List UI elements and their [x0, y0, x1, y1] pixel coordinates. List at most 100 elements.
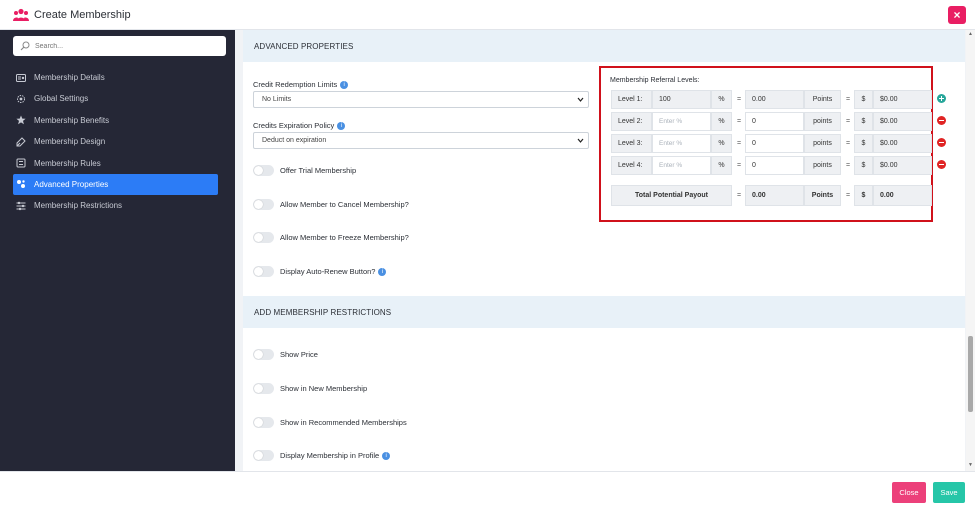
show-new-membership-toggle[interactable] — [253, 383, 274, 394]
scrollbar[interactable]: ▲ ▼ — [966, 30, 975, 471]
percent-placeholder: Enter % — [659, 118, 683, 125]
remove-level-button[interactable] — [937, 116, 946, 125]
sidebar-item-label: Advanced Properties — [34, 179, 109, 189]
show-price-toggle[interactable] — [253, 349, 274, 360]
membership-restrictions-header: ADD MEMBERSHIP RESTRICTIONS — [243, 296, 965, 328]
points-label: points — [804, 112, 841, 131]
search-input[interactable] — [35, 42, 215, 50]
users-icon — [13, 8, 29, 21]
sidebar-item-label: Membership Rules — [34, 158, 101, 168]
info-icon[interactable]: i — [382, 451, 391, 460]
level-percent-input[interactable]: Enter % — [652, 134, 711, 153]
percent-sign: % — [711, 112, 732, 131]
toggle-row-show-price: Show Price — [253, 349, 318, 360]
equals-sign: = — [845, 118, 851, 125]
info-icon[interactable]: i — [337, 122, 346, 131]
allow-freeze-toggle[interactable] — [253, 232, 274, 243]
chevron-down-icon — [577, 97, 584, 102]
modal-footer: Close Save — [0, 471, 975, 511]
equals-sign: = — [736, 192, 742, 199]
toggle-row-auto-renew: Display Auto-Renew Button? i — [253, 266, 387, 277]
level-percent-input[interactable]: Enter % — [652, 156, 711, 175]
equals-sign: = — [845, 96, 851, 103]
sidebar-item-membership-design[interactable]: Membership Design — [13, 131, 218, 152]
sidebar-item-label: Membership Design — [34, 137, 106, 147]
display-in-profile-toggle[interactable] — [253, 450, 274, 461]
show-recommended-toggle[interactable] — [253, 417, 274, 428]
toggle-label: Show in New Membership — [280, 384, 368, 393]
level-label: Level 2: — [611, 112, 652, 131]
toggle-row-offer-trial: Offer Trial Membership — [253, 165, 356, 176]
currency-sign: $ — [854, 156, 873, 175]
level-amount: $0.00 — [873, 90, 932, 109]
search-box[interactable] — [13, 36, 226, 56]
scroll-up-arrow-icon[interactable]: ▲ — [968, 32, 973, 37]
offer-trial-toggle[interactable] — [253, 165, 274, 176]
close-button[interactable]: Close — [892, 482, 926, 503]
close-icon[interactable]: × — [948, 6, 966, 24]
points-label: Points — [804, 90, 841, 109]
level-amount: $0.00 — [873, 156, 932, 175]
level-percent-input[interactable]: 100 — [652, 90, 711, 109]
level-label: Level 1: — [611, 90, 652, 109]
main-content: ADVANCED PROPERTIES Credit Redemption Li… — [243, 30, 965, 471]
toggle-label: Display Auto-Renew Button? — [280, 267, 376, 276]
scrollbar-thumb[interactable] — [968, 336, 973, 412]
sidebar-item-label: Global Settings — [34, 94, 89, 104]
equals-sign: = — [845, 192, 851, 199]
advanced-icon — [17, 180, 25, 189]
credit-redemption-value: No Limits — [262, 96, 292, 103]
design-icon — [16, 136, 26, 147]
advanced-properties-header: ADVANCED PROPERTIES — [243, 30, 965, 62]
sidebar-item-global-settings[interactable]: Global Settings — [13, 88, 218, 109]
credit-redemption-label: Credit Redemption Limits i — [253, 80, 349, 90]
credit-redemption-select[interactable]: No Limits — [253, 91, 589, 108]
points-label: points — [804, 134, 841, 153]
remove-level-button[interactable] — [937, 160, 946, 169]
level-percent-input[interactable]: Enter % — [652, 112, 711, 131]
credit-redemption-label-text: Credit Redemption Limits — [253, 80, 338, 89]
modal-title: Create Membership — [34, 8, 131, 21]
level-amount: $0.00 — [873, 134, 932, 153]
total-points: 0.00 — [745, 185, 804, 206]
level-label: Level 4: — [611, 156, 652, 175]
level-points-input[interactable]: 0.00 — [745, 90, 804, 109]
referral-levels-panel: Membership Referral Levels: Level 1: 100… — [599, 66, 946, 222]
sidebar-item-membership-rules[interactable]: Membership Rules — [13, 153, 218, 174]
level-points-input[interactable]: 0 — [745, 156, 804, 175]
credits-expiration-value: Deduct on expiration — [262, 137, 327, 144]
sidebar-item-membership-restrictions[interactable]: Membership Restrictions — [13, 195, 218, 216]
points-label: points — [804, 156, 841, 175]
equals-sign: = — [845, 162, 851, 169]
currency-sign: $ — [854, 90, 873, 109]
total-points-label: Points — [804, 185, 841, 206]
scroll-down-arrow-icon[interactable]: ▼ — [968, 463, 973, 468]
auto-renew-toggle[interactable] — [253, 266, 274, 277]
percent-sign: % — [711, 156, 732, 175]
sidebar-item-advanced-properties[interactable]: Advanced Properties — [13, 173, 218, 195]
add-level-button[interactable] — [937, 94, 946, 103]
save-button[interactable]: Save — [933, 482, 965, 503]
credits-expiration-select[interactable]: Deduct on expiration — [253, 132, 589, 149]
remove-level-button[interactable] — [937, 138, 946, 147]
level-points-input[interactable]: 0 — [745, 112, 804, 131]
level-label: Level 3: — [611, 134, 652, 153]
search-icon — [20, 41, 30, 51]
info-icon[interactable]: i — [340, 81, 349, 90]
modal-header: Create Membership × — [0, 0, 975, 30]
toggle-row-allow-freeze: Allow Member to Freeze Membership? — [253, 232, 409, 243]
sidebar-item-membership-details[interactable]: Membership Details — [13, 67, 218, 88]
toggle-label: Show in Recommended Memberships — [280, 418, 407, 427]
toggle-label: Allow Member to Freeze Membership? — [280, 233, 409, 242]
equals-sign: = — [736, 96, 742, 103]
toggle-label: Allow Member to Cancel Membership? — [280, 200, 409, 209]
allow-cancel-toggle[interactable] — [253, 199, 274, 210]
equals-sign: = — [736, 140, 742, 147]
toggle-row-display-in-profile: Display Membership in Profile i — [253, 450, 391, 461]
sidebar-item-label: Membership Restrictions — [34, 201, 123, 211]
info-icon[interactable]: i — [378, 267, 387, 276]
level-points-input[interactable]: 0 — [745, 134, 804, 153]
sidebar-item-label: Membership Benefits — [34, 115, 110, 125]
sidebar-item-membership-benefits[interactable]: Membership Benefits — [13, 110, 218, 131]
star-icon — [16, 115, 26, 125]
